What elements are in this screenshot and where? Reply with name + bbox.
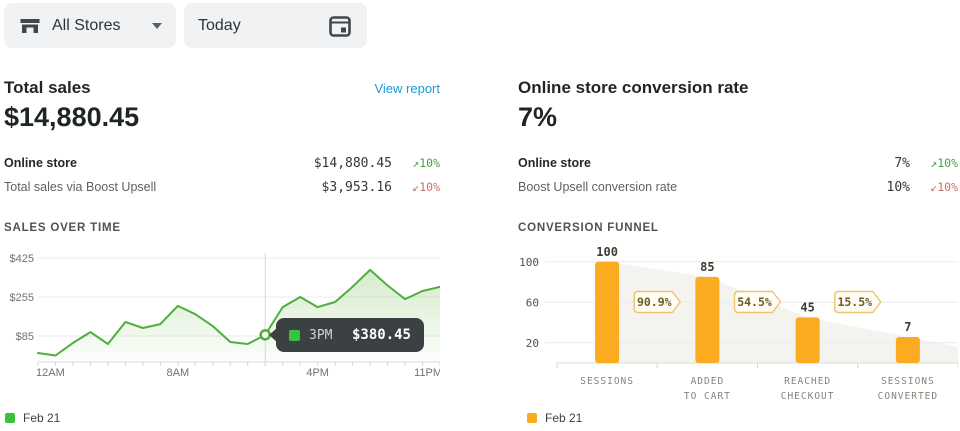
category-label: ADDED bbox=[691, 376, 725, 387]
chart-tooltip: 3PM $380.45 bbox=[276, 318, 424, 352]
conversion-rate-big-value: 7% bbox=[518, 98, 557, 136]
metric-value: $3,953.16 bbox=[282, 180, 392, 195]
conversion-badge-label: 54.5% bbox=[737, 295, 772, 309]
bar-value-label: 45 bbox=[800, 300, 814, 314]
metric-change-up: ↗10% bbox=[910, 156, 958, 170]
caret-down-icon bbox=[152, 23, 162, 29]
metric-label: Online store bbox=[518, 156, 800, 170]
conversion-rate-card: Online store conversion rate 7% Online s… bbox=[518, 72, 958, 431]
metric-change-down: ↙10% bbox=[392, 180, 440, 194]
y-axis-tick-label: 20 bbox=[526, 337, 539, 350]
category-label: SESSIONS bbox=[580, 376, 634, 387]
metric-row-online-store: Online store $14,880.45 ↗10% bbox=[4, 152, 440, 174]
legend-swatch-green bbox=[5, 413, 15, 423]
x-axis-tick-label: 8AM bbox=[167, 367, 190, 379]
analytics-dashboard: All Stores Today Total sales View report… bbox=[0, 0, 960, 431]
y-axis-tick-label: $85 bbox=[16, 331, 34, 343]
category-label: REACHED bbox=[784, 376, 831, 387]
sales-over-time-chart: $425 $255 $85 12AM 8AM 4PM 11PM 3PM $380.45 bbox=[4, 245, 440, 407]
x-axis-tick-label: 11PM bbox=[414, 367, 440, 379]
category-label: TO CART bbox=[684, 391, 731, 402]
x-axis-tick-label: 12AM bbox=[36, 367, 65, 379]
funnel-bar-3[interactable] bbox=[896, 337, 920, 363]
metric-change-down: ↙10% bbox=[910, 180, 958, 194]
store-icon bbox=[18, 14, 42, 38]
legend-swatch-orange bbox=[527, 413, 537, 423]
category-label: CHECKOUT bbox=[781, 391, 835, 402]
metric-rows: Online store $14,880.45 ↗10% Total sales… bbox=[4, 152, 440, 200]
x-axis-tick-label: 4PM bbox=[306, 367, 329, 379]
card-title: Total sales bbox=[4, 78, 91, 98]
section-title-sales-over-time: SALES OVER TIME bbox=[4, 222, 121, 234]
metric-label: Online store bbox=[4, 156, 282, 170]
card-title: Online store conversion rate bbox=[518, 78, 749, 98]
y-axis-tick-label: 100 bbox=[519, 256, 539, 269]
y-axis-tick-label: $255 bbox=[10, 292, 34, 304]
metric-value: 10% bbox=[800, 180, 910, 195]
date-selector-label: Today bbox=[198, 17, 241, 35]
total-sales-big-value: $14,880.45 bbox=[4, 98, 139, 136]
y-axis-tick-label: $425 bbox=[10, 253, 34, 265]
card-header: Total sales View report bbox=[4, 78, 440, 98]
series-swatch bbox=[289, 330, 300, 341]
conversion-funnel-chart: 100 60 20 100 SESSIONS 85 ADDED TO CART 45 REACHE… bbox=[518, 245, 958, 407]
legend-label: Feb 21 bbox=[23, 411, 60, 425]
section-title-conversion-funnel: CONVERSION FUNNEL bbox=[518, 222, 659, 234]
funnel-bar-1[interactable] bbox=[695, 277, 719, 363]
metric-change-up: ↗10% bbox=[392, 156, 440, 170]
metric-row-boost-upsell: Total sales via Boost Upsell $3,953.16 ↙… bbox=[4, 176, 440, 198]
metric-value: 7% bbox=[800, 156, 910, 171]
category-label: CONVERTED bbox=[878, 391, 938, 402]
conversion-badge-label: 15.5% bbox=[837, 295, 872, 309]
conversion-badge-label: 90.9% bbox=[637, 295, 672, 309]
category-label: SESSIONS bbox=[881, 376, 935, 387]
bar-value-label: 7 bbox=[904, 320, 911, 334]
tooltip-value: $380.45 bbox=[352, 327, 411, 343]
metric-row-boost-upsell: Boost Upsell conversion rate 10% ↙10% bbox=[518, 176, 958, 198]
total-sales-card: Total sales View report $14,880.45 Onlin… bbox=[4, 72, 440, 431]
metric-row-online-store: Online store 7% ↗10% bbox=[518, 152, 958, 174]
bar-value-label: 100 bbox=[596, 245, 618, 259]
legend: Feb 21 bbox=[5, 411, 60, 425]
store-selector-button[interactable]: All Stores bbox=[4, 3, 176, 48]
metric-value: $14,880.45 bbox=[282, 156, 392, 171]
view-report-link[interactable]: View report bbox=[374, 81, 440, 96]
store-selector-label: All Stores bbox=[52, 17, 120, 35]
metric-label: Total sales via Boost Upsell bbox=[4, 180, 282, 194]
funnel-bar-0[interactable] bbox=[595, 262, 619, 363]
calendar-icon bbox=[327, 13, 353, 39]
date-selector-button[interactable]: Today bbox=[184, 3, 367, 48]
metric-label: Boost Upsell conversion rate bbox=[518, 180, 800, 194]
tooltip-time: 3PM bbox=[309, 328, 332, 343]
metric-rows: Online store 7% ↗10% Boost Upsell conver… bbox=[518, 152, 958, 200]
legend: Feb 21 bbox=[527, 411, 582, 425]
bar-value-label: 85 bbox=[700, 260, 714, 274]
y-axis-tick-label: 60 bbox=[526, 296, 539, 309]
legend-label: Feb 21 bbox=[545, 411, 582, 425]
funnel-bar-2[interactable] bbox=[796, 317, 820, 363]
card-header: Online store conversion rate bbox=[518, 78, 958, 98]
funnel-chart-canvas[interactable]: 100 60 20 100 SESSIONS 85 ADDED TO CART 45 REACHE… bbox=[518, 245, 958, 407]
